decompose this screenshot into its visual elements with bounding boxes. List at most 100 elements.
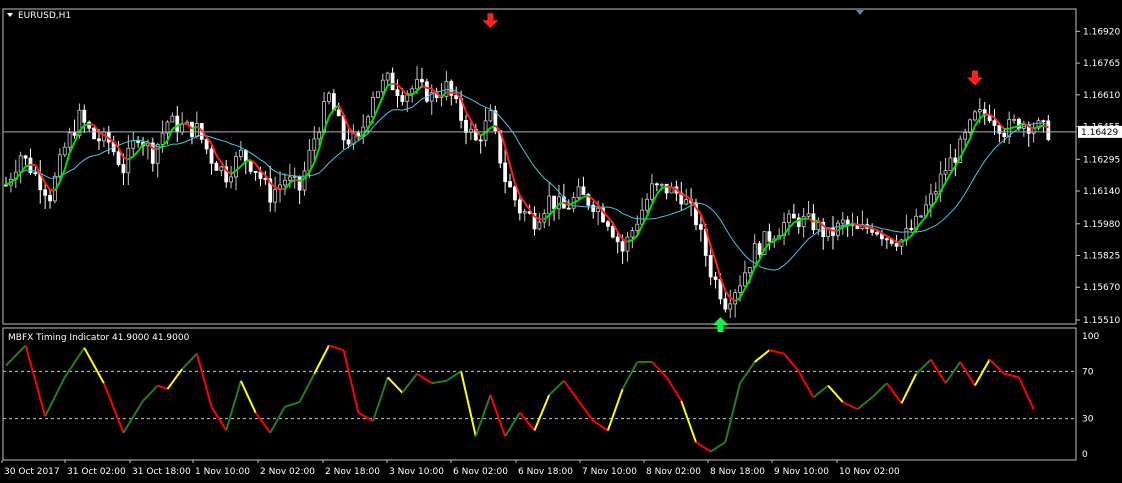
candle-body	[949, 158, 952, 171]
candle-body	[239, 150, 242, 156]
candle-body	[685, 200, 688, 204]
indicator-line-segment	[256, 413, 271, 433]
indicator-line-segment	[520, 413, 535, 431]
indicator-line-segment	[975, 360, 990, 386]
indicator-line-segment	[182, 354, 197, 369]
indicator-line-segment	[314, 345, 329, 373]
indicator-tick-label: 100	[1082, 332, 1099, 342]
indicator-line-segment	[828, 386, 843, 403]
candle-body	[68, 133, 71, 147]
candle-body	[293, 177, 296, 178]
fast-trend-segment	[446, 92, 451, 93]
time-tick-label: 6 Nov 02:00	[453, 467, 508, 477]
indicator-line-segment	[652, 362, 667, 377]
candle-body	[626, 237, 629, 251]
candle-body	[132, 141, 135, 149]
indicator-line-segment	[564, 381, 579, 401]
candle-body	[709, 255, 712, 277]
candle-body	[714, 277, 717, 279]
indicator-line-segment	[535, 395, 550, 430]
indicator-line-segment	[167, 369, 182, 389]
fast-trend-segment	[921, 217, 926, 223]
candle-body	[347, 140, 350, 144]
chart-canvas[interactable]: 10070300 1.169201.167651.166101.164551.1…	[0, 0, 1122, 479]
fast-trend-segment	[216, 155, 221, 162]
fast-trend-segment	[1039, 126, 1044, 127]
price-tick-label: 1.15510	[1083, 316, 1120, 326]
main-chart-frame	[3, 9, 1076, 324]
indicator-line-segment	[226, 381, 241, 431]
candle-body	[19, 156, 22, 172]
price-tick-label: 1.15980	[1083, 220, 1120, 230]
candle-body	[944, 170, 947, 174]
indicator-line-segment	[813, 386, 828, 398]
fast-trend-segment	[65, 153, 70, 170]
indicator-line-segment	[461, 371, 476, 436]
candle-body	[748, 267, 751, 272]
candle-body	[621, 242, 624, 251]
price-tick-label: 1.15825	[1083, 252, 1120, 262]
indicator-line-segment	[579, 401, 594, 421]
candle-body	[876, 232, 879, 234]
candle-body	[455, 95, 458, 98]
trading-chart-window[interactable]: 10070300 1.169201.167651.166101.164551.1…	[0, 0, 1122, 479]
fast-trend-segment	[583, 196, 588, 197]
indicator-line-segment	[6, 345, 26, 365]
candle-body	[964, 133, 967, 140]
candle-body	[768, 232, 771, 241]
fast-trend-segment	[295, 180, 300, 181]
candle-body	[416, 80, 419, 89]
indicator-subwindow[interactable]: 10070300	[3, 332, 1099, 460]
candle-body	[137, 141, 140, 143]
indicator-line-segment	[667, 377, 682, 401]
candle-body	[127, 148, 130, 172]
fast-trend-segment	[965, 138, 970, 148]
indicator-line-segment	[872, 383, 887, 397]
fast-trend-segment	[559, 202, 564, 203]
window-menu-icon[interactable]	[7, 13, 13, 17]
time-tick-label: 31 Oct 02:00	[67, 467, 126, 477]
fast-trend-segment	[466, 112, 471, 120]
time-tick-label: 3 Nov 10:00	[389, 467, 444, 477]
fast-trend-segment	[887, 236, 892, 239]
candle-body	[171, 116, 174, 122]
fast-trend-segment	[1014, 126, 1019, 127]
indicator-line-segment	[285, 402, 300, 407]
candle-body	[249, 162, 252, 172]
chart-shift-icon[interactable]	[856, 10, 864, 15]
candle-body	[49, 195, 52, 201]
candle-body	[401, 96, 404, 102]
candle-body	[895, 243, 898, 246]
candle-body	[518, 200, 521, 213]
fast-trend-segment	[872, 228, 877, 229]
candle-body	[538, 222, 541, 229]
candle-body	[420, 80, 423, 82]
candle-body	[734, 293, 737, 304]
candle-body	[327, 94, 330, 102]
candle-body	[567, 208, 570, 209]
chart-symbol-label: EURUSD,H1	[18, 11, 71, 21]
current-price-label: 1.16429	[1081, 128, 1118, 138]
price-chart[interactable]	[3, 13, 1076, 332]
fast-trend-segment	[862, 226, 867, 227]
fast-trend-segment	[725, 291, 730, 298]
price-tick-label: 1.16295	[1083, 155, 1120, 165]
candle-body	[582, 187, 585, 195]
candle-body	[841, 220, 844, 223]
fast-trend-segment	[593, 200, 598, 205]
fast-trend-segment	[427, 88, 432, 89]
candle-body	[739, 286, 742, 293]
indicator-line-segment	[505, 413, 520, 437]
fast-trend-segment	[769, 242, 774, 243]
candle-body	[509, 182, 512, 187]
indicator-line-segment	[887, 383, 902, 403]
indicator-line-segment	[681, 401, 696, 442]
fast-trend-segment	[857, 225, 862, 226]
indicator-line-segment	[402, 374, 417, 393]
candle-body	[724, 299, 727, 309]
buy-signal-arrow-icon	[712, 317, 728, 332]
indicator-line-segment	[344, 350, 359, 413]
candle-body	[1047, 121, 1050, 140]
fast-trend-segment	[946, 174, 951, 183]
fast-trend-segment	[241, 161, 246, 166]
